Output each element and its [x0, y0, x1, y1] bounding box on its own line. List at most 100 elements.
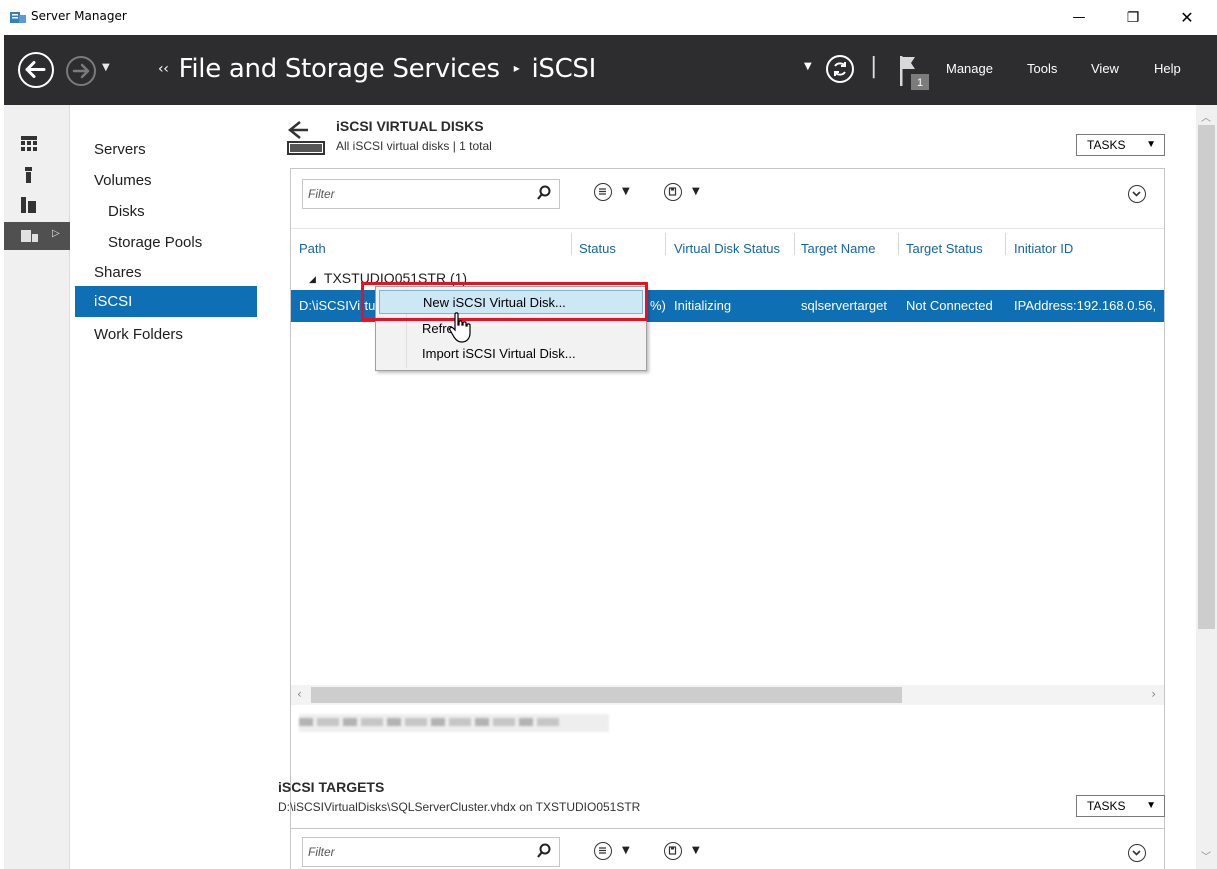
- column-header-path[interactable]: Path: [299, 241, 326, 256]
- targets-grid: Filter ▼ ▼: [290, 828, 1165, 869]
- breadcrumb-current: iSCSI: [531, 54, 596, 84]
- file-storage-services-nav[interactable]: ▷: [4, 222, 70, 250]
- local-server-icon[interactable]: [20, 166, 38, 184]
- arrow-right-icon: [72, 63, 90, 79]
- column-separator: [794, 233, 795, 255]
- filter-placeholder: Filter: [308, 187, 335, 201]
- chevron-down-icon: ▼: [622, 845, 630, 856]
- chevron-down-icon: ▼: [692, 186, 700, 197]
- column-header-target-status[interactable]: Target Status: [906, 241, 983, 256]
- list-options-icon: [594, 183, 612, 201]
- collapse-triangle-icon: ◢: [309, 274, 316, 284]
- chevron-down-icon: ▼: [622, 186, 630, 197]
- server-manager-icon: [10, 12, 26, 23]
- breadcrumb: ‹‹ File and Storage Services ▸ iSCSI: [158, 54, 596, 84]
- chevron-down-icon: ▼: [1146, 800, 1156, 811]
- breadcrumb-root[interactable]: File and Storage Services: [179, 54, 500, 84]
- chevron-down-icon: [1132, 191, 1141, 197]
- minimize-icon: —: [1072, 10, 1086, 25]
- nav-item-disks[interactable]: Disks: [75, 196, 257, 227]
- targets-subtitle: D:\iSCSIVirtualDisks\SQLServerCluster.vh…: [278, 800, 641, 814]
- column-separator: [665, 233, 666, 255]
- column-header-status[interactable]: Status: [579, 241, 616, 256]
- menu-item-import-iscsi-virtual-disk[interactable]: Import iSCSI Virtual Disk...: [379, 342, 643, 366]
- save-query-button[interactable]: ▼: [664, 840, 710, 862]
- column-separator: [898, 233, 899, 255]
- scroll-right-icon[interactable]: ›: [1151, 687, 1156, 701]
- save-query-button[interactable]: ▼: [664, 181, 710, 203]
- group-options-button[interactable]: ▼: [594, 840, 640, 862]
- virtual-disk-icon: [287, 121, 325, 155]
- hand-cursor-icon: [449, 312, 471, 343]
- content-pane: iSCSI VIRTUAL DISKS All iSCSI virtual di…: [262, 105, 1196, 869]
- column-header-virtual-disk-status[interactable]: Virtual Disk Status: [674, 241, 780, 256]
- dashboard-icon[interactable]: [20, 135, 38, 153]
- breadcrumb-back-icon[interactable]: ‹‹: [158, 61, 169, 77]
- title-bar: Server Manager — ❐ ✕: [0, 0, 1217, 35]
- horizontal-scrollbar[interactable]: ‹ ›: [291, 685, 1164, 705]
- nav-item-volumes[interactable]: Volumes: [75, 165, 257, 196]
- save-icon: [664, 842, 682, 860]
- scroll-down-icon[interactable]: ﹀: [1201, 848, 1211, 863]
- save-icon: [664, 183, 682, 201]
- cell-virtual-disk-status: Initializing: [674, 298, 732, 313]
- search-icon: [537, 185, 551, 200]
- nav-item-shares[interactable]: Shares: [75, 257, 257, 288]
- minimize-button[interactable]: —: [1056, 0, 1102, 35]
- grid-divider: [291, 228, 1164, 229]
- menu-view[interactable]: View: [1091, 61, 1119, 76]
- tasks-label: TASKS: [1087, 138, 1126, 152]
- collapse-toggle-button[interactable]: [1128, 844, 1146, 862]
- forward-button[interactable]: [66, 56, 96, 86]
- column-separator: [571, 233, 572, 255]
- scrollbar-thumb[interactable]: [1198, 125, 1215, 629]
- chevron-down-icon: ▼: [1146, 139, 1156, 150]
- virtual-disks-grid: Filter ▼ ▼ Path Status Virtual Disk Stat: [290, 168, 1165, 834]
- close-icon: ✕: [1180, 8, 1194, 27]
- targets-filter-input[interactable]: Filter: [302, 837, 560, 867]
- menu-help[interactable]: Help: [1154, 61, 1181, 76]
- icon-rail: ▷: [4, 105, 70, 869]
- all-servers-icon[interactable]: [20, 196, 38, 214]
- cell-status: %): [650, 298, 666, 313]
- column-header-target-name[interactable]: Target Name: [801, 241, 875, 256]
- scroll-up-icon[interactable]: ︿: [1201, 109, 1211, 124]
- virtual-disks-filter-input[interactable]: Filter: [302, 179, 560, 209]
- last-refreshed-status: [299, 714, 609, 732]
- history-dropdown-icon[interactable]: ▼: [102, 62, 110, 73]
- scroll-left-icon[interactable]: ‹: [297, 687, 302, 701]
- notifications-flag-icon[interactable]: 1: [897, 52, 937, 92]
- group-options-button[interactable]: ▼: [594, 181, 640, 203]
- nav-item-storage-pools[interactable]: Storage Pools: [75, 227, 257, 258]
- cell-target-status: Not Connected: [906, 298, 993, 313]
- targets-tasks-button[interactable]: TASKS ▼: [1076, 795, 1165, 817]
- restore-icon: ❐: [1126, 9, 1140, 26]
- notification-count: 1: [917, 77, 923, 89]
- chevron-down-icon: [1132, 850, 1141, 856]
- header-bar: ▼ ‹‹ File and Storage Services ▸ iSCSI ▼…: [4, 35, 1217, 105]
- header-divider: |: [870, 54, 878, 79]
- menu-manage[interactable]: Manage: [946, 61, 993, 76]
- scrollbar-thumb[interactable]: [311, 687, 902, 703]
- column-header-initiator-id[interactable]: Initiator ID: [1014, 241, 1073, 256]
- nav-item-iscsi[interactable]: iSCSI: [75, 286, 257, 317]
- virtual-disks-tasks-button[interactable]: TASKS ▼: [1076, 134, 1165, 156]
- back-button[interactable]: [18, 52, 54, 88]
- cell-target-name: sqlservertarget: [801, 298, 887, 313]
- breadcrumb-dropdown-icon[interactable]: ▼: [804, 61, 812, 72]
- nav-item-work-folders[interactable]: Work Folders: [75, 319, 257, 350]
- nav-item-servers[interactable]: Servers: [75, 134, 257, 165]
- refresh-icon: [834, 62, 846, 76]
- restore-button[interactable]: ❐: [1110, 0, 1156, 35]
- tasks-label: TASKS: [1087, 799, 1126, 813]
- list-options-icon: [594, 842, 612, 860]
- menu-tools[interactable]: Tools: [1027, 61, 1057, 76]
- storage-nav-list: Servers Volumes Disks Storage Pools Shar…: [75, 105, 259, 869]
- refresh-button[interactable]: [826, 55, 854, 83]
- collapse-toggle-button[interactable]: [1128, 185, 1146, 203]
- highlight-annotation: [361, 282, 648, 321]
- column-separator: [1005, 233, 1006, 255]
- close-button[interactable]: ✕: [1164, 0, 1210, 35]
- vertical-scrollbar[interactable]: ︿ ﹀: [1196, 105, 1217, 869]
- file-storage-icon: [21, 230, 38, 242]
